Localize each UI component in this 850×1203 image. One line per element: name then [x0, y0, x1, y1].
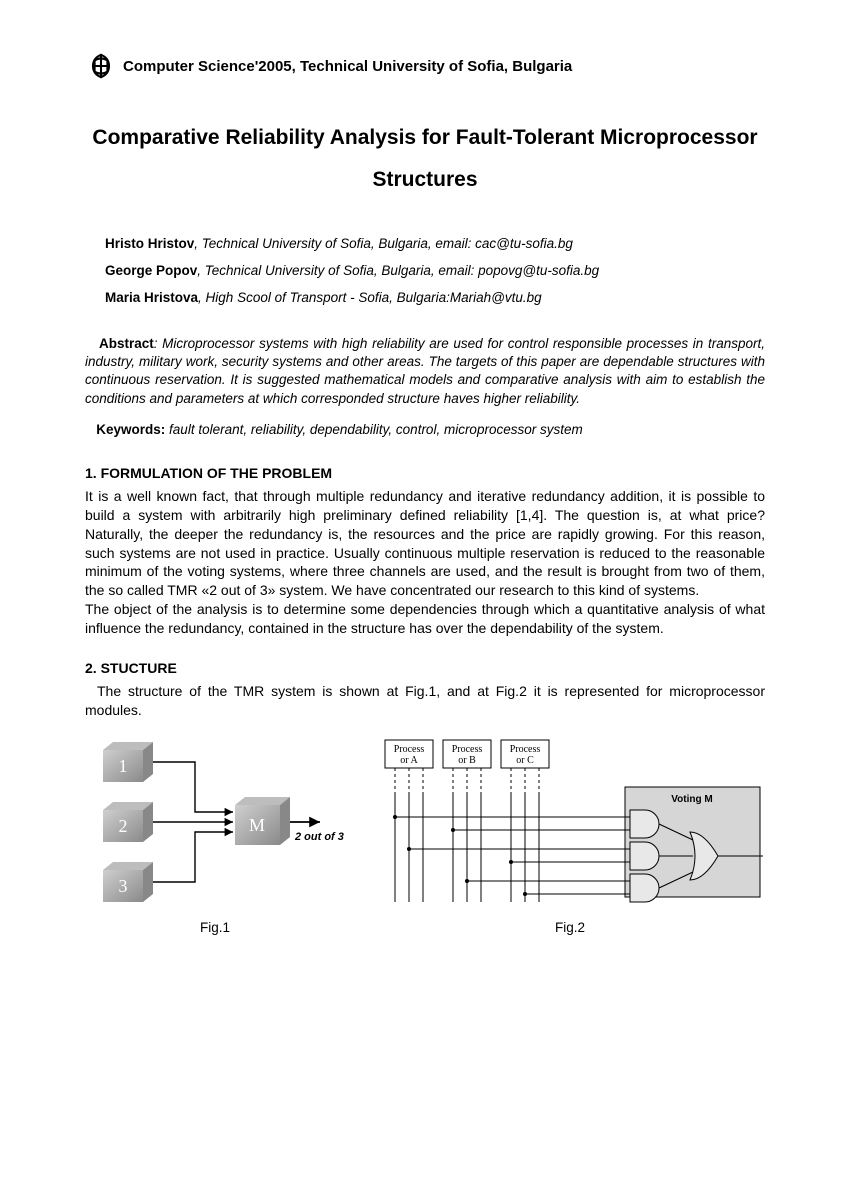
figure-1-label: Fig.1 — [200, 920, 230, 935]
paragraph: It is a well known fact, that through mu… — [85, 488, 765, 598]
figure-1: 1 2 3 M — [85, 732, 345, 935]
proc-c-label-2: or C — [516, 755, 534, 766]
conference-title: Computer Science'2005, Technical Univers… — [123, 58, 572, 75]
author-detail: , High Scool of Transport - Sofia, Bulga… — [198, 290, 542, 305]
section-1-body: It is a well known fact, that through mu… — [85, 487, 765, 638]
author-line: George Popov, Technical University of So… — [85, 263, 765, 278]
figure-1-caption: 2 out of 3 — [294, 831, 344, 843]
voting-label: Voting M — [671, 794, 712, 805]
author-detail: , Technical University of Sofia, Bulgari… — [197, 263, 599, 278]
keywords-label: Keywords: — [96, 422, 165, 437]
proc-b-label-2: or B — [458, 755, 476, 766]
author-line: Maria Hristova, High Scool of Transport … — [85, 290, 765, 305]
figures-row: 1 2 3 M — [85, 732, 765, 935]
abstract-text: : Microprocessor systems with high relia… — [85, 336, 765, 406]
figure-2-diagram: Process or A Process or B Process or C — [375, 732, 765, 912]
figure-2: Process or A Process or B Process or C — [375, 732, 765, 935]
figure-2-label: Fig.2 — [555, 920, 585, 935]
author-line: Hristo Hristov, Technical University of … — [85, 236, 765, 251]
block-1-label: 1 — [119, 756, 128, 776]
keywords: Keywords: fault tolerant, reliability, d… — [85, 422, 765, 437]
section-2-body: The structure of the TMR system is shown… — [85, 682, 765, 720]
block-3-label: 3 — [119, 876, 128, 896]
author-name: Maria Hristova — [105, 290, 198, 305]
proc-c-label-1: Process — [510, 744, 541, 755]
authors-block: Hristo Hristov, Technical University of … — [85, 236, 765, 305]
proc-a-label-2: or A — [400, 755, 418, 766]
block-M-label: M — [249, 815, 265, 835]
section-heading-1: 1. FORMULATION OF THE PROBLEM — [85, 465, 765, 481]
author-detail: , Technical University of Sofia, Bulgari… — [194, 236, 573, 251]
paper-title: Comparative Reliability Analysis for Fau… — [85, 117, 765, 201]
keywords-text: fault tolerant, reliability, dependabili… — [165, 422, 582, 437]
block-2-label: 2 — [119, 816, 128, 836]
paragraph: The object of the analysis is to determi… — [85, 601, 765, 636]
proc-a-label-1: Process — [394, 744, 425, 755]
conference-header: Computer Science'2005, Technical Univers… — [85, 50, 765, 82]
logo-icon — [85, 50, 117, 82]
abstract: Abstract: Microprocessor systems with hi… — [85, 335, 765, 408]
author-name: Hristo Hristov — [105, 236, 194, 251]
figure-1-diagram: 1 2 3 M — [85, 732, 345, 912]
abstract-label: Abstract — [99, 336, 154, 351]
section-heading-2: 2. STUCTURE — [85, 660, 765, 676]
author-name: George Popov — [105, 263, 197, 278]
proc-b-label-1: Process — [452, 744, 483, 755]
